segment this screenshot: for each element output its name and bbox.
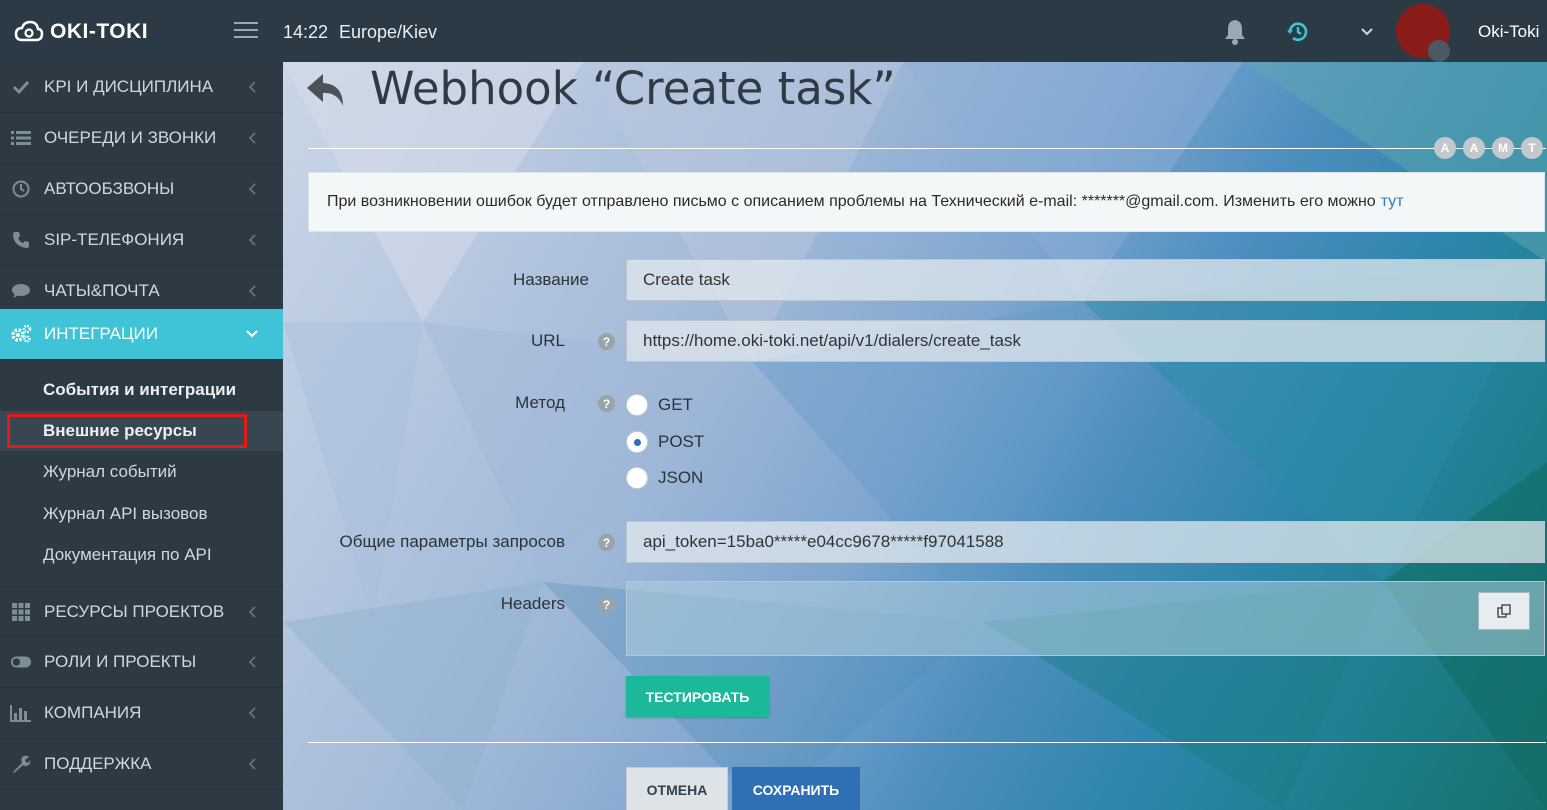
sidebar-item-label: РЕСУРСЫ ПРОЕКТОВ xyxy=(44,601,225,621)
font-button-m[interactable]: M xyxy=(1492,137,1514,159)
sidebar-item-label: КОМПАНИЯ xyxy=(44,703,142,722)
radio-post[interactable]: POST xyxy=(626,431,704,453)
sidebar-item-queues[interactable]: ОЧЕРЕДИ И ЗВОНКИ xyxy=(0,113,283,164)
method-label: Метод xyxy=(515,393,565,412)
url-label: URL xyxy=(530,331,565,350)
font-button-a-large[interactable]: A xyxy=(1463,137,1485,159)
chevron-left-icon xyxy=(248,606,256,618)
chevron-left-icon xyxy=(248,707,256,719)
toggle-icon xyxy=(10,651,32,673)
alert-link[interactable]: тут xyxy=(1381,193,1404,211)
logo-text: OKI-TOKI xyxy=(50,20,149,43)
sidebar-item-label: АВТООБЗВОНЫ xyxy=(44,179,175,198)
submenu-item-external-resources[interactable]: Внешние ресурсы xyxy=(0,411,283,451)
chevron-left-icon xyxy=(248,234,256,246)
sidebar-item-company[interactable]: КОМПАНИЯ xyxy=(0,688,283,739)
radio-json[interactable]: JSON xyxy=(626,467,703,489)
radio-button-checked[interactable] xyxy=(626,431,648,453)
back-arrow-icon[interactable] xyxy=(305,70,349,110)
save-button[interactable]: СОХРАНИТЬ xyxy=(732,767,860,810)
submenu-item-api-docs[interactable]: Документация по API xyxy=(0,535,283,575)
logo[interactable]: OKI-TOKI xyxy=(14,20,148,44)
radio-get[interactable]: GET xyxy=(626,394,693,416)
info-alert: При возникновении ошибок будет отправлен… xyxy=(308,172,1545,232)
sidebar-item-label: KPI И ДИСЦИПЛИНА xyxy=(44,77,214,96)
alert-text: При возникновении ошибок будет отправлен… xyxy=(327,193,1376,210)
font-button-t[interactable]: T xyxy=(1521,137,1543,159)
history-icon[interactable] xyxy=(1286,20,1310,44)
radio-label: JSON xyxy=(658,468,704,487)
sidebar-item-kpi[interactable]: KPI И ДИСЦИПЛИНА xyxy=(0,62,283,113)
top-bar: OKI-TOKI 14:22 Europe/Kiev Oki-Toki xyxy=(0,0,1547,62)
sidebar: KPI И ДИСЦИПЛИНА ОЧЕРЕДИ И ЗВОНКИ АВТООБ… xyxy=(0,62,283,810)
divider xyxy=(308,742,1546,743)
sidebar-item-label: SIP-ТЕЛЕФОНИЯ xyxy=(44,230,185,249)
page-title: Webhook “Create task” xyxy=(370,62,896,115)
chevron-down-icon xyxy=(246,330,258,338)
list-icon xyxy=(10,127,32,149)
name-input[interactable]: Create task xyxy=(626,259,1545,301)
cancel-button[interactable]: ОТМЕНА xyxy=(626,767,728,810)
sidebar-item-label: ПОДДЕРЖКА xyxy=(44,754,152,773)
phone-icon xyxy=(10,229,32,251)
main-content: Webhook “Create task” A A M T При возник… xyxy=(283,62,1547,810)
sidebar-item-label: ОЧЕРЕДИ И ЗВОНКИ xyxy=(44,128,217,147)
help-icon[interactable]: ? xyxy=(598,534,615,551)
username[interactable]: Oki-Toki xyxy=(1478,22,1539,42)
bell-icon[interactable] xyxy=(1222,18,1248,46)
sidebar-item-project-resources[interactable]: РЕСУРСЫ ПРОЕКТОВ xyxy=(0,586,283,637)
sidebar-item-label: РОЛИ И ПРОЕКТЫ xyxy=(44,652,197,671)
menu-toggle-icon[interactable] xyxy=(234,22,258,40)
check-icon xyxy=(10,76,32,98)
url-input[interactable]: https://home.oki-toki.net/api/v1/dialers… xyxy=(626,320,1545,362)
copy-button[interactable] xyxy=(1478,592,1530,630)
chevron-left-icon xyxy=(248,758,256,770)
gears-icon xyxy=(10,323,32,345)
help-icon[interactable]: ? xyxy=(598,395,615,412)
cloud-logo-icon xyxy=(14,20,44,42)
chevron-left-icon xyxy=(248,656,256,668)
test-button[interactable]: ТЕСТИРОВАТЬ xyxy=(626,676,769,717)
chat-icon xyxy=(10,280,32,302)
submenu-item-events[interactable]: События и интеграции xyxy=(0,370,283,410)
font-size-switcher: A A M T xyxy=(1434,137,1543,159)
sidebar-item-label: ЧАТЫ&ПОЧТА xyxy=(44,281,160,300)
wrench-icon xyxy=(10,753,32,775)
bar-chart-icon xyxy=(10,702,32,724)
clock-icon xyxy=(10,178,32,200)
radio-label: POST xyxy=(658,432,705,451)
chevron-left-icon xyxy=(248,81,256,93)
sidebar-item-integrations[interactable]: ИНТЕГРАЦИИ xyxy=(0,309,283,360)
submenu-item-event-log[interactable]: Журнал событий xyxy=(0,452,283,492)
help-icon[interactable]: ? xyxy=(598,596,615,613)
copy-icon xyxy=(1497,604,1511,618)
integrations-submenu: События и интеграции Внешние ресурсы Жур… xyxy=(0,360,283,586)
font-button-a-small[interactable]: A xyxy=(1434,137,1456,159)
sidebar-item-sip[interactable]: SIP-ТЕЛЕФОНИЯ xyxy=(0,215,283,266)
sidebar-item-autodial[interactable]: АВТООБЗВОНЫ xyxy=(0,164,283,215)
chevron-down-icon[interactable] xyxy=(1360,26,1374,38)
chevron-left-icon xyxy=(248,183,256,195)
radio-button[interactable] xyxy=(626,467,648,489)
radio-label: GET xyxy=(658,395,693,414)
submenu-item-api-log[interactable]: Журнал API вызовов xyxy=(0,494,283,534)
timezone: Europe/Kiev xyxy=(339,22,438,42)
status-dot xyxy=(1428,40,1450,62)
params-label: Общие параметры запросов xyxy=(339,532,566,551)
sidebar-item-roles[interactable]: РОЛИ И ПРОЕКТЫ xyxy=(0,637,283,688)
radio-button[interactable] xyxy=(626,394,648,416)
divider xyxy=(308,148,1546,149)
headers-textarea[interactable] xyxy=(626,581,1545,656)
chevron-left-icon xyxy=(248,132,256,144)
headers-label: Headers xyxy=(500,594,565,613)
sidebar-item-support[interactable]: ПОДДЕРЖКА xyxy=(0,739,283,790)
chevron-left-icon xyxy=(248,285,256,297)
sidebar-item-label: ИНТЕГРАЦИИ xyxy=(44,324,158,343)
clock-time: 14:22 xyxy=(283,22,329,42)
grid-icon xyxy=(10,601,32,623)
name-label: Название xyxy=(513,270,589,289)
params-input[interactable]: api_token=15ba0*****e04cc9678*****f97041… xyxy=(626,521,1545,563)
help-icon[interactable]: ? xyxy=(598,333,615,350)
